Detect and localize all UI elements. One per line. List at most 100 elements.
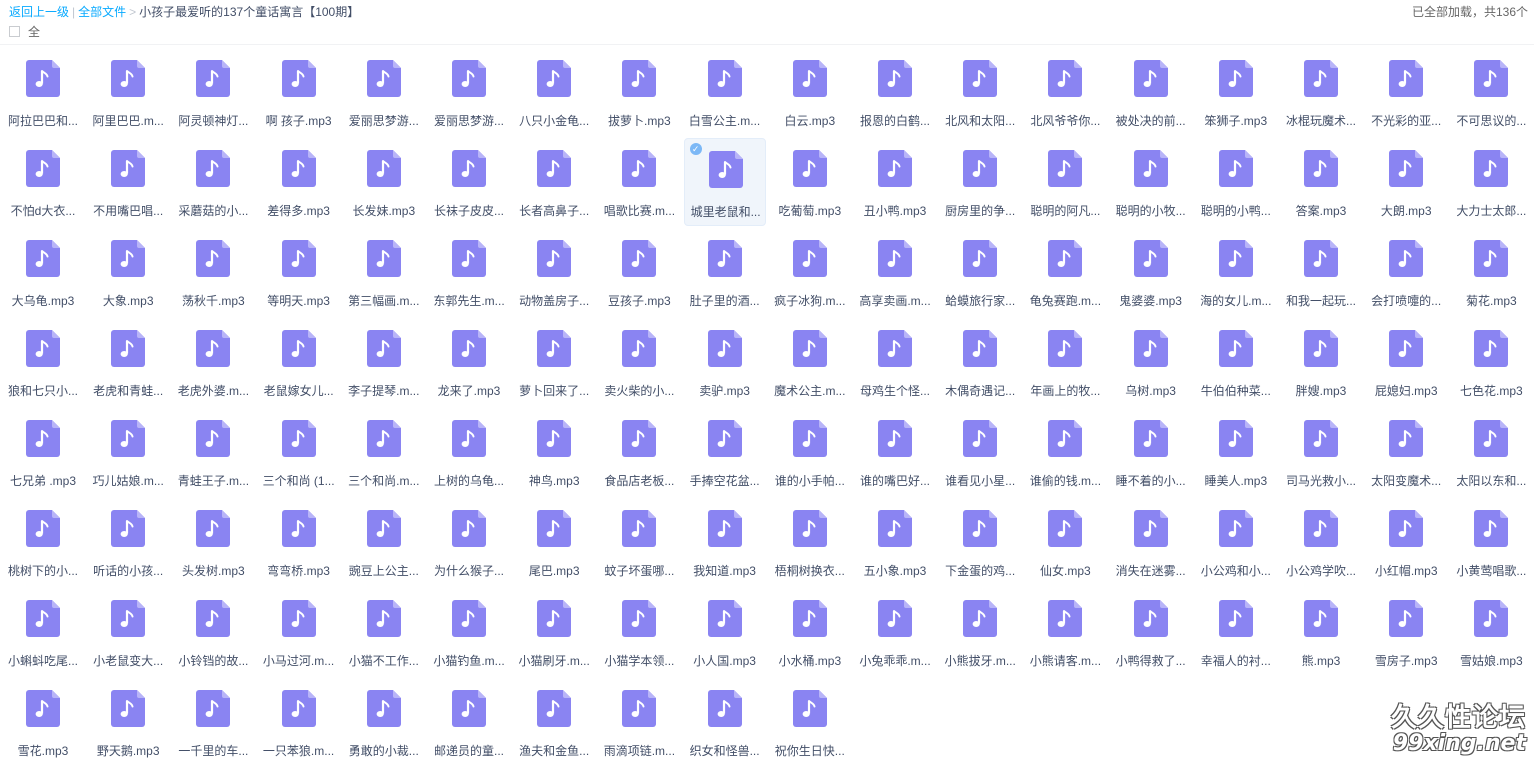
file-item[interactable]: 一千里的车... xyxy=(172,678,254,766)
file-item[interactable]: 差得多.mp3 xyxy=(258,138,340,226)
file-item[interactable]: 大朗.mp3 xyxy=(1365,138,1447,226)
file-item[interactable]: 雨滴项链.m... xyxy=(598,678,680,766)
file-item[interactable]: 邮递员的童... xyxy=(428,678,510,766)
file-item[interactable]: 雪花.mp3 xyxy=(2,678,84,766)
file-item[interactable]: 巧儿姑娘.m... xyxy=(87,408,169,496)
file-item[interactable]: 桃树下的小... xyxy=(2,498,84,586)
file-item[interactable]: 小熊拔牙.m... xyxy=(939,588,1021,676)
file-item[interactable]: 长发妹.mp3 xyxy=(343,138,425,226)
file-item[interactable]: 司马光救小... xyxy=(1280,408,1362,496)
file-item[interactable]: 小蝌蚪吃尾... xyxy=(2,588,84,676)
file-item[interactable]: 萝卜回来了... xyxy=(513,318,595,406)
file-item[interactable]: 白雪公主.m... xyxy=(684,48,766,136)
file-item[interactable]: 太阳以东和... xyxy=(1450,408,1532,496)
file-item[interactable]: 李子提琴.m... xyxy=(343,318,425,406)
file-item[interactable]: 下金蛋的鸡... xyxy=(939,498,1021,586)
select-all-checkbox[interactable] xyxy=(9,26,20,37)
file-item[interactable]: 报恩的白鹤... xyxy=(854,48,936,136)
file-item[interactable]: 不可思议的... xyxy=(1450,48,1532,136)
file-item[interactable]: 老虎外婆.m... xyxy=(172,318,254,406)
file-item[interactable]: 八只小金龟... xyxy=(513,48,595,136)
file-item[interactable]: 三个和尚.m... xyxy=(343,408,425,496)
file-item[interactable]: 爱丽思梦游... xyxy=(428,48,510,136)
file-item[interactable]: 弯弯桥.mp3 xyxy=(258,498,340,586)
file-item[interactable]: 阿灵顿神灯... xyxy=(172,48,254,136)
file-item[interactable]: 一只苯狼.m... xyxy=(258,678,340,766)
file-item[interactable]: 鬼婆婆.mp3 xyxy=(1110,228,1192,316)
file-item[interactable]: 我知道.mp3 xyxy=(684,498,766,586)
file-item[interactable]: 谁偷的钱.m... xyxy=(1024,408,1106,496)
file-item[interactable]: 笨狮子.mp3 xyxy=(1195,48,1277,136)
file-item[interactable]: 动物盖房子... xyxy=(513,228,595,316)
file-item[interactable]: 乌树.mp3 xyxy=(1110,318,1192,406)
file-item[interactable]: 消失在迷雾... xyxy=(1110,498,1192,586)
file-item[interactable]: 母鸡生个怪... xyxy=(854,318,936,406)
file-item[interactable]: 老虎和青蛙... xyxy=(87,318,169,406)
file-item[interactable]: 小公鸡和小... xyxy=(1195,498,1277,586)
file-item[interactable]: 丑小鸭.mp3 xyxy=(854,138,936,226)
file-item[interactable]: 小猫不工作... xyxy=(343,588,425,676)
file-item[interactable]: 七兄弟 .mp3 xyxy=(2,408,84,496)
file-item[interactable]: 睡不着的小... xyxy=(1110,408,1192,496)
file-item[interactable]: 肚子里的酒... xyxy=(684,228,766,316)
file-item[interactable]: 答案.mp3 xyxy=(1280,138,1362,226)
file-item[interactable]: 尾巴.mp3 xyxy=(513,498,595,586)
file-item[interactable]: 爱丽思梦游... xyxy=(343,48,425,136)
file-item[interactable]: 大乌龟.mp3 xyxy=(2,228,84,316)
file-item[interactable]: 龙来了.mp3 xyxy=(428,318,510,406)
file-item[interactable]: 木偶奇遇记... xyxy=(939,318,1021,406)
file-item[interactable]: 小红帽.mp3 xyxy=(1365,498,1447,586)
file-item[interactable]: 不光彩的亚... xyxy=(1365,48,1447,136)
file-item[interactable]: 雪房子.mp3 xyxy=(1365,588,1447,676)
file-item[interactable]: 雪姑娘.mp3 xyxy=(1450,588,1532,676)
file-item[interactable]: 为什么猴子... xyxy=(428,498,510,586)
file-item[interactable]: 龟兔赛跑.m... xyxy=(1024,228,1106,316)
file-item[interactable]: 荡秋千.mp3 xyxy=(172,228,254,316)
file-item[interactable]: 五小象.mp3 xyxy=(854,498,936,586)
file-item[interactable]: 小公鸡学吹... xyxy=(1280,498,1362,586)
file-item[interactable]: 不怕d大衣... xyxy=(2,138,84,226)
file-item[interactable]: 不用嘴巴唱... xyxy=(87,138,169,226)
file-item[interactable]: 野天鹅.mp3 xyxy=(87,678,169,766)
file-item[interactable]: 被处决的前... xyxy=(1110,48,1192,136)
file-item[interactable]: 小黄莺唱歌... xyxy=(1450,498,1532,586)
file-item[interactable]: 豌豆上公主... xyxy=(343,498,425,586)
file-item[interactable]: 手捧空花盆... xyxy=(684,408,766,496)
file-item[interactable]: 长者高鼻子... xyxy=(513,138,595,226)
file-item[interactable]: 小兔乖乖.m... xyxy=(854,588,936,676)
file-item[interactable]: 谁看见小星... xyxy=(939,408,1021,496)
file-item[interactable]: 卖驴.mp3 xyxy=(684,318,766,406)
file-item[interactable]: 牛伯伯种菜... xyxy=(1195,318,1277,406)
file-item[interactable]: 小铃铛的故... xyxy=(172,588,254,676)
file-item[interactable]: 年画上的牧... xyxy=(1024,318,1106,406)
file-item[interactable]: 幸福人的衬... xyxy=(1195,588,1277,676)
file-item[interactable]: 睡美人.mp3 xyxy=(1195,408,1277,496)
file-item[interactable]: 唱歌比赛.m... xyxy=(598,138,680,226)
file-item[interactable]: 蚊子坏蛋哪... xyxy=(598,498,680,586)
file-item[interactable]: 渔夫和金鱼... xyxy=(513,678,595,766)
file-item[interactable]: 老鼠嫁女儿... xyxy=(258,318,340,406)
file-item[interactable]: 聪明的阿凡... xyxy=(1024,138,1106,226)
file-item[interactable]: 狼和七只小... xyxy=(2,318,84,406)
file-item[interactable]: 小猫学本领... xyxy=(598,588,680,676)
file-item[interactable]: 上树的乌龟... xyxy=(428,408,510,496)
file-item[interactable]: 聪明的小牧... xyxy=(1110,138,1192,226)
file-item[interactable]: 海的女儿.m... xyxy=(1195,228,1277,316)
file-item[interactable]: 高享卖画.m... xyxy=(854,228,936,316)
file-item[interactable]: 疯子冰狗.m... xyxy=(769,228,851,316)
file-item[interactable]: 三个和尚 (1... xyxy=(258,408,340,496)
file-item[interactable]: 菊花.mp3 xyxy=(1450,228,1532,316)
file-item[interactable]: 吃葡萄.mp3 xyxy=(769,138,851,226)
file-item[interactable]: 小猫刷牙.m... xyxy=(513,588,595,676)
file-item[interactable]: 勇敢的小裁... xyxy=(343,678,425,766)
file-item[interactable]: 大力士太郎... xyxy=(1450,138,1532,226)
file-item[interactable]: 太阳变魔术... xyxy=(1365,408,1447,496)
file-item[interactable]: 熊.mp3 xyxy=(1280,588,1362,676)
file-item[interactable]: ✓ 城里老鼠和... xyxy=(683,138,766,226)
file-item[interactable]: 阿拉巴巴和... xyxy=(2,48,84,136)
file-item[interactable]: 豆孩子.mp3 xyxy=(598,228,680,316)
file-item[interactable]: 等明天.mp3 xyxy=(258,228,340,316)
file-item[interactable]: 小老鼠变大... xyxy=(87,588,169,676)
file-item[interactable]: 白云.mp3 xyxy=(769,48,851,136)
file-item[interactable]: 东郭先生.m... xyxy=(428,228,510,316)
